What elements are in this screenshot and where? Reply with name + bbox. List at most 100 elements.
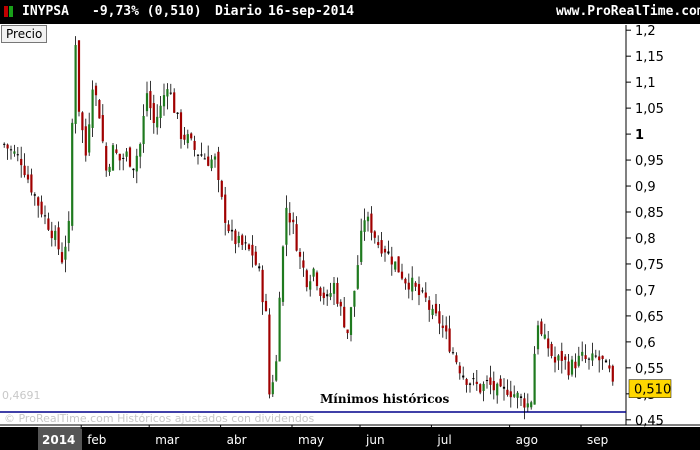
candle-body: [601, 355, 604, 360]
candle-body: [353, 290, 356, 307]
candle-body: [394, 261, 397, 270]
candle-body: [278, 297, 281, 362]
candle-body: [567, 361, 570, 376]
candle-body: [302, 260, 305, 268]
candle-body: [64, 246, 67, 260]
candle-body: [506, 389, 509, 395]
candle-body: [315, 272, 319, 287]
candle-body: [292, 219, 295, 223]
candle-body: [581, 351, 584, 356]
candle-body: [598, 356, 601, 361]
candle-body: [234, 230, 237, 245]
candle-body: [193, 140, 196, 150]
candle-body: [285, 207, 288, 245]
last-price-label: 0,510: [634, 383, 671, 398]
candle-body: [499, 378, 502, 387]
candle-body: [339, 301, 342, 307]
candle-body: [370, 213, 373, 233]
candle-body: [496, 383, 499, 396]
candle-body: [366, 216, 370, 222]
candle-body: [319, 287, 322, 296]
candle-body: [101, 115, 104, 142]
candle-body: [122, 157, 125, 159]
y-tick-label: 0,7: [635, 284, 656, 299]
candle-body: [383, 248, 387, 253]
candle-body: [492, 380, 495, 391]
candle-body: [162, 95, 166, 107]
candle-body: [513, 394, 516, 397]
candle-body: [81, 112, 84, 131]
candle-body: [166, 89, 169, 97]
candle-body: [145, 93, 149, 112]
candle-body: [462, 375, 465, 378]
candle-body: [591, 353, 594, 361]
candle-body: [196, 154, 200, 156]
candle-body: [200, 154, 203, 156]
candle-body: [40, 201, 43, 215]
candle-body: [179, 112, 183, 140]
annotation-label: Mínimos históricos: [320, 392, 450, 406]
candle-body: [16, 154, 19, 156]
y-tick-label: 1: [635, 128, 644, 143]
x-tick-label: feb: [87, 433, 106, 447]
candle-body: [152, 103, 155, 123]
candle-body: [227, 224, 230, 232]
x-tick-label: 2014: [42, 433, 75, 447]
candle-body: [482, 383, 485, 391]
candle-body: [125, 151, 128, 157]
y-tick-label: 1,05: [635, 102, 664, 117]
candle-body: [594, 355, 597, 357]
candle-body: [91, 89, 94, 128]
y-tick-label: 0,95: [635, 154, 664, 169]
candle-body: [557, 355, 560, 361]
candle-body: [458, 365, 461, 374]
candle-body: [380, 240, 383, 254]
candle-body: [268, 314, 271, 395]
candle-body: [475, 381, 478, 384]
y-tick-label: 0,45: [635, 414, 664, 429]
candle-body: [485, 380, 489, 382]
candle-body: [577, 355, 580, 366]
candle-body: [336, 282, 339, 304]
candle-body: [468, 383, 472, 385]
candle-body: [67, 220, 70, 244]
candle-body: [88, 124, 91, 153]
candle-body: [543, 334, 546, 339]
candle-body: [360, 230, 363, 262]
candle-body: [210, 159, 213, 169]
candle-body: [108, 166, 111, 173]
x-tick-label: ago: [516, 433, 538, 447]
candle-body: [431, 308, 434, 316]
candle-body: [326, 294, 329, 297]
candle-body: [407, 282, 410, 290]
candle-body: [50, 230, 53, 239]
candle-body: [298, 252, 302, 257]
candle-body: [251, 244, 254, 256]
candle-body: [312, 268, 315, 277]
candle-body: [3, 143, 6, 145]
candle-body: [305, 270, 308, 288]
candle-body: [465, 379, 468, 385]
candle-body: [489, 377, 492, 385]
candle-body: [33, 194, 36, 196]
candle-body: [288, 213, 291, 223]
candle-body: [37, 197, 40, 206]
candle-body: [387, 251, 390, 254]
candle-body: [356, 265, 359, 289]
candle-body: [20, 158, 23, 166]
candle-body: [244, 242, 247, 244]
candle-body: [258, 266, 261, 269]
candle-body: [428, 300, 431, 310]
candle-body: [516, 392, 519, 398]
candle-body: [611, 365, 614, 382]
candle-body: [553, 356, 557, 363]
candle-body: [132, 168, 135, 171]
candle-body: [71, 122, 74, 226]
candle-body: [309, 281, 312, 290]
candle-body: [173, 92, 176, 113]
candle-body: [560, 350, 563, 361]
y-tick-label: 0,8: [635, 232, 656, 247]
y-tick-label: 1,2: [635, 24, 656, 39]
candle-body: [451, 352, 455, 354]
candle-body: [149, 91, 152, 109]
